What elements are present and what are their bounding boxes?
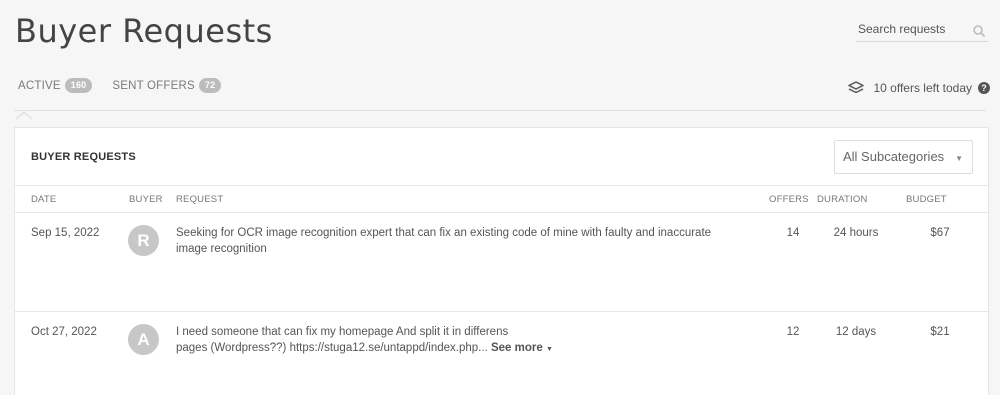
tab-bar: ACTIVE 160 SENT OFFERS 72: [18, 78, 222, 93]
column-header-buyer: BUYER: [129, 194, 163, 205]
help-icon[interactable]: ?: [978, 82, 990, 94]
card-title: BUYER REQUESTS: [31, 151, 136, 163]
request-offers: 14: [786, 227, 800, 239]
caret-down-icon: ▼: [955, 154, 963, 163]
tab-active-count-badge: 160: [64, 78, 93, 93]
card-header: BUYER REQUESTS All Subcategories ▼: [15, 128, 988, 186]
page-title: Buyer Requests: [15, 12, 273, 50]
search-icon[interactable]: [972, 24, 986, 38]
offers-left-text: 10 offers left today: [873, 81, 972, 95]
offers-left-indicator: 10 offers left today ?: [848, 81, 990, 95]
request-date: Oct 27, 2022: [31, 326, 97, 338]
request-duration: 12 days: [835, 326, 877, 338]
buyer-avatar[interactable]: A: [128, 324, 159, 355]
tab-active[interactable]: ACTIVE 160: [18, 78, 93, 93]
request-budget: $67: [930, 227, 950, 239]
stack-icon: [848, 81, 865, 94]
request-text: I need someone that can fix my homepage …: [176, 324, 741, 358]
column-header-budget: BUDGET: [906, 194, 947, 205]
request-offers: 12: [786, 326, 800, 338]
subcategory-selected-value: All Subcategories: [843, 149, 945, 164]
request-text-line-2: pages (Wordpress??) https://stuga12.se/u…: [176, 342, 488, 354]
request-duration: 24 hours: [833, 227, 879, 239]
column-header-duration: DURATION: [817, 194, 868, 205]
caret-down-icon: ▼: [545, 346, 553, 353]
table-row[interactable]: Oct 27, 2022 A I need someone that can f…: [15, 312, 988, 395]
column-header-date: DATE: [31, 194, 57, 205]
search-box[interactable]: [856, 20, 988, 42]
request-budget: $21: [930, 326, 950, 338]
tab-sent-offers-count-badge: 72: [198, 78, 222, 93]
tabs-divider: [14, 110, 986, 111]
see-more-label: See more: [490, 342, 543, 354]
request-text: Seeking for OCR image recognition expert…: [176, 227, 712, 255]
column-header-request: REQUEST: [176, 194, 224, 205]
tab-active-label: ACTIVE: [18, 79, 61, 92]
subcategory-select[interactable]: All Subcategories ▼: [834, 140, 973, 174]
table-row[interactable]: Sep 15, 2022 R Seeking for OCR image rec…: [15, 213, 988, 312]
request-text-line-1: I need someone that can fix my homepage …: [176, 326, 509, 338]
see-more-link[interactable]: See more ▼: [491, 342, 553, 354]
tab-sent-offers-label: SENT OFFERS: [112, 79, 195, 92]
active-tab-indicator: [15, 111, 33, 120]
buyer-requests-card: BUYER REQUESTS All Subcategories ▼ DATE …: [14, 127, 989, 395]
tab-sent-offers[interactable]: SENT OFFERS 72: [112, 78, 222, 93]
column-header-offers: OFFERS: [769, 194, 809, 205]
request-date: Sep 15, 2022: [31, 227, 100, 239]
search-input[interactable]: [856, 20, 966, 38]
table-header: DATE BUYER REQUEST OFFERS DURATION BUDGE…: [15, 186, 988, 213]
buyer-avatar[interactable]: R: [128, 225, 159, 256]
